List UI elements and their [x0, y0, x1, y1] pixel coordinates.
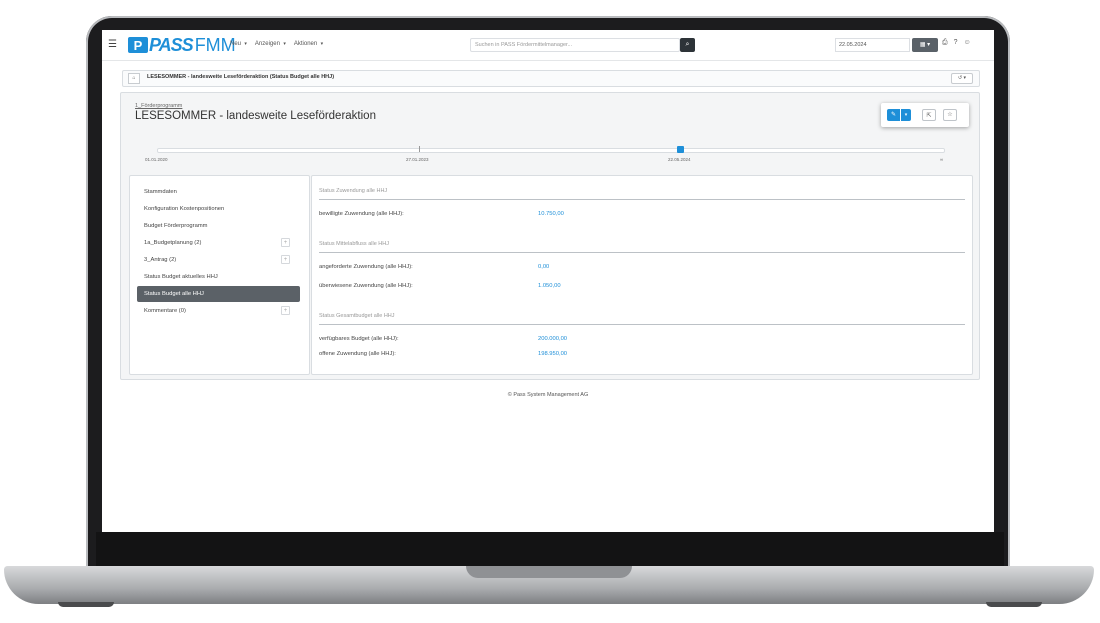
sidebar-item-label: Konfiguration Kostenpositionen: [144, 206, 225, 212]
add-icon[interactable]: +: [281, 255, 290, 264]
add-icon[interactable]: +: [281, 238, 290, 247]
timeline-label-end: ∞: [940, 157, 944, 162]
section-title: Status Mittelabfluss alle HHJ: [319, 241, 389, 247]
menu-anzeigen-label: Anzeigen: [254, 41, 280, 47]
sidebar-item-kommentare[interactable]: Kommentare (0) +: [137, 303, 300, 319]
edit-icon[interactable]: ✎: [887, 109, 900, 121]
star-icon[interactable]: ☆: [943, 109, 957, 121]
sidebar-item-label: 3_Antrag (2): [144, 257, 177, 263]
sidebar-item-status-alle[interactable]: Status Budget alle HHJ: [137, 286, 300, 302]
row-label: offene Zuwendung (alle HHJ):: [319, 351, 396, 357]
add-icon[interactable]: +: [281, 306, 290, 315]
timeline-marker[interactable]: [677, 146, 684, 153]
share-icon[interactable]: ⇱: [922, 109, 936, 121]
row-label: überwiesene Zuwendung (alle HHJ):: [319, 283, 413, 289]
top-navbar: ☰ P PASS FMM Neu ▾ Anzeigen ▾ Aktionen ▾…: [102, 30, 994, 61]
chevron-down-icon[interactable]: ▾: [901, 109, 911, 121]
row-value: 200.000,00: [538, 336, 568, 342]
history-icon[interactable]: ↺ ▾: [951, 73, 973, 84]
program-link[interactable]: 1_Förderprogramm: [135, 103, 182, 109]
timeline-label-mid: 27.01.2023: [406, 157, 429, 162]
sidebar-item-label: Status Budget aktuelles HHJ: [144, 274, 218, 280]
sidebar-item-label: Kommentare (0): [144, 308, 186, 314]
status-content: Status Zuwendung alle HHJ bewilligte Zuw…: [311, 175, 973, 375]
home-icon[interactable]: ⌂: [128, 73, 140, 84]
section-divider: [319, 324, 965, 325]
timeline-label-current: 22.05.2024: [668, 157, 691, 162]
main-menu: Neu ▾ Anzeigen ▾ Aktionen ▾: [230, 41, 323, 47]
user-icon[interactable]: ☺: [964, 39, 971, 47]
chevron-down-icon: ▾: [281, 41, 286, 47]
top-icons: ⎙ ? ☺: [942, 39, 971, 47]
help-icon[interactable]: ?: [954, 39, 958, 47]
sidebar-item-status-aktuell[interactable]: Status Budget aktuelles HHJ: [137, 269, 300, 285]
menu-neu-label: Neu: [230, 41, 242, 47]
sidebar-item-label: Stammdaten: [144, 189, 177, 195]
sidebar-item-label: Status Budget alle HHJ: [144, 291, 204, 297]
sidebar-nav: Stammdaten Konfiguration Kostenpositione…: [129, 175, 310, 375]
sidebar-item-budget[interactable]: Budget Förderprogramm: [137, 218, 300, 234]
timeline-label-start: 01.01.2020: [145, 157, 168, 162]
sidebar-item-konfiguration[interactable]: Konfiguration Kostenpositionen: [137, 201, 300, 217]
search-input[interactable]: Suchen in PASS Fördermittelmanager...: [470, 38, 680, 52]
date-field[interactable]: 22.05.2024: [835, 38, 910, 52]
row-value: 1.050,00: [538, 283, 561, 289]
logo-pass: PASS: [149, 34, 194, 55]
menu-aktionen[interactable]: Aktionen ▾: [294, 41, 323, 47]
sidebar-item-antrag[interactable]: 3_Antrag (2) +: [137, 252, 300, 268]
sidebar-item-stammdaten[interactable]: Stammdaten: [137, 184, 300, 200]
sidebar-item-label: 1a_Budgetplanung (2): [144, 240, 202, 246]
calendar-icon[interactable]: ▦ ▾: [912, 38, 938, 52]
print-icon[interactable]: ⎙: [942, 39, 948, 47]
row-value: 10.750,00: [538, 211, 564, 217]
row-label: bewilligte Zuwendung (alle HHJ):: [319, 211, 404, 217]
row-label: verfügbares Budget (alle HHJ):: [319, 336, 399, 342]
timeline-track: [157, 148, 945, 153]
sidebar-item-budgetplanung[interactable]: 1a_Budgetplanung (2) +: [137, 235, 300, 251]
app-screen: ☰ P PASS FMM Neu ▾ Anzeigen ▾ Aktionen ▾…: [102, 30, 994, 532]
row-value: 0,00: [538, 264, 550, 270]
laptop-foot-left: [58, 602, 114, 607]
chevron-down-icon: ▾: [243, 41, 247, 47]
breadcrumb: ⌂ LESESOMMER - landesweite Leseförderakt…: [122, 70, 980, 87]
laptop-bezel: [96, 532, 1004, 566]
search-icon[interactable]: ⌕: [680, 38, 695, 52]
menu-icon[interactable]: ☰: [108, 39, 117, 50]
section-divider: [319, 199, 965, 200]
row-label: angeforderte Zuwendung (alle HHJ):: [319, 264, 413, 270]
menu-neu[interactable]: Neu ▾: [230, 41, 247, 47]
timeline-tick: [419, 146, 420, 152]
sidebar-item-label: Budget Förderprogramm: [144, 223, 208, 229]
section-title: Status Zuwendung alle HHJ: [319, 188, 388, 194]
footer-copyright: © Pass System Management AG: [507, 392, 589, 398]
main-panel: 1_Förderprogramm LESESOMMER - landesweit…: [120, 92, 980, 380]
menu-aktionen-label: Aktionen: [293, 41, 318, 47]
chevron-down-icon: ▾: [319, 41, 324, 47]
action-toolbar: ✎ ▾ ⇱ ☆: [881, 103, 969, 127]
page-title: LESESOMMER - landesweite Leseförderaktio…: [135, 110, 376, 122]
logo-box: P: [128, 37, 148, 53]
breadcrumb-text: LESESOMMER - landesweite Leseförderaktio…: [147, 74, 335, 80]
section-title: Status Gesamtbudget alle HHJ: [319, 313, 395, 319]
app-logo[interactable]: P PASS FMM: [128, 34, 236, 56]
laptop-foot-right: [986, 602, 1042, 607]
laptop-notch: [466, 566, 632, 578]
menu-anzeigen[interactable]: Anzeigen ▾: [255, 41, 286, 47]
section-divider: [319, 252, 965, 253]
row-value: 198.950,00: [538, 351, 568, 357]
